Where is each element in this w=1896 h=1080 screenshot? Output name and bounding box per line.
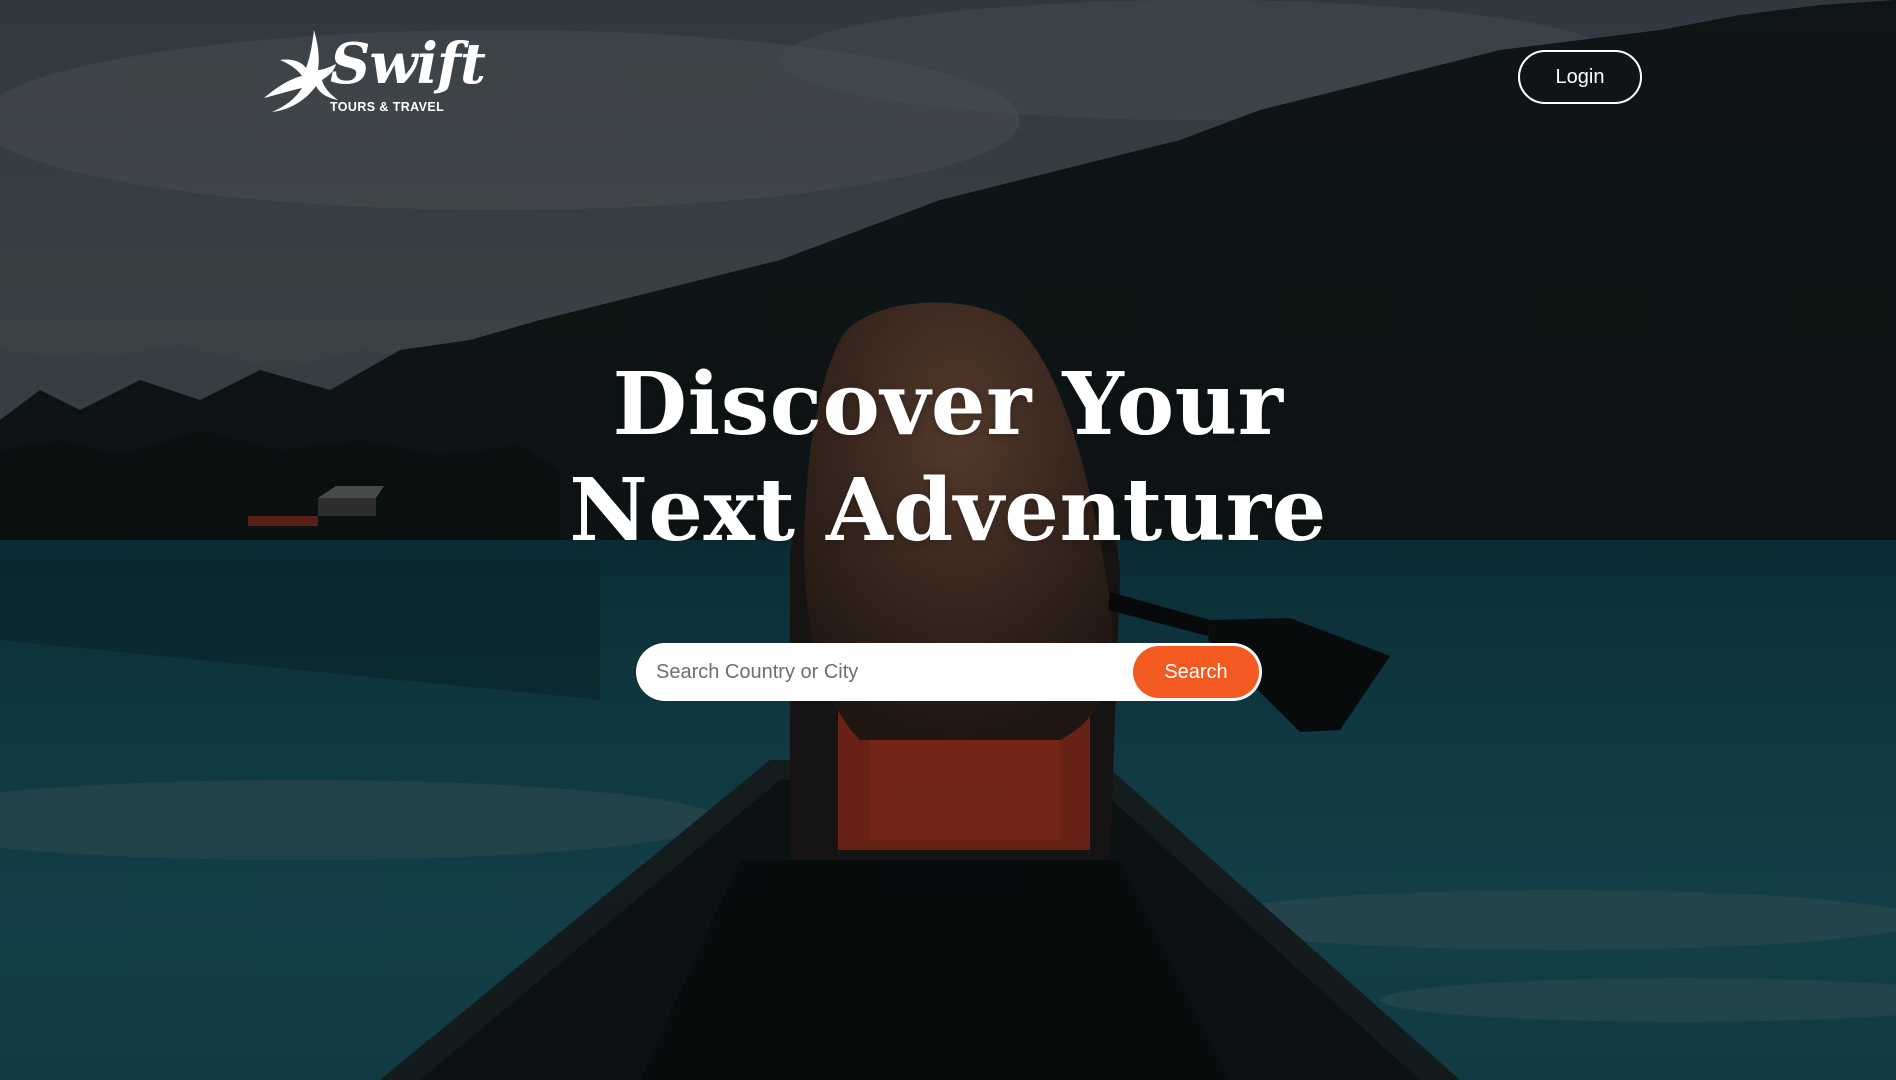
brand-logo[interactable]: Swift TOURS & TRAVEL <box>262 28 486 118</box>
search-bar: Search <box>636 643 1262 701</box>
search-button[interactable]: Search <box>1133 646 1259 698</box>
brand-name: Swift <box>330 31 486 97</box>
hero-headline-line-1: Discover Your <box>612 354 1284 455</box>
brand-tagline: TOURS & TRAVEL <box>330 100 445 114</box>
login-button[interactable]: Login <box>1518 50 1642 104</box>
hero-section: Swift TOURS & TRAVEL Login Discover Your… <box>0 0 1896 1080</box>
hero-headline-line-2: Next Adventure <box>569 460 1327 561</box>
search-input[interactable] <box>636 643 1133 701</box>
hero-headline: Discover Your Next Adventure <box>448 352 1448 564</box>
